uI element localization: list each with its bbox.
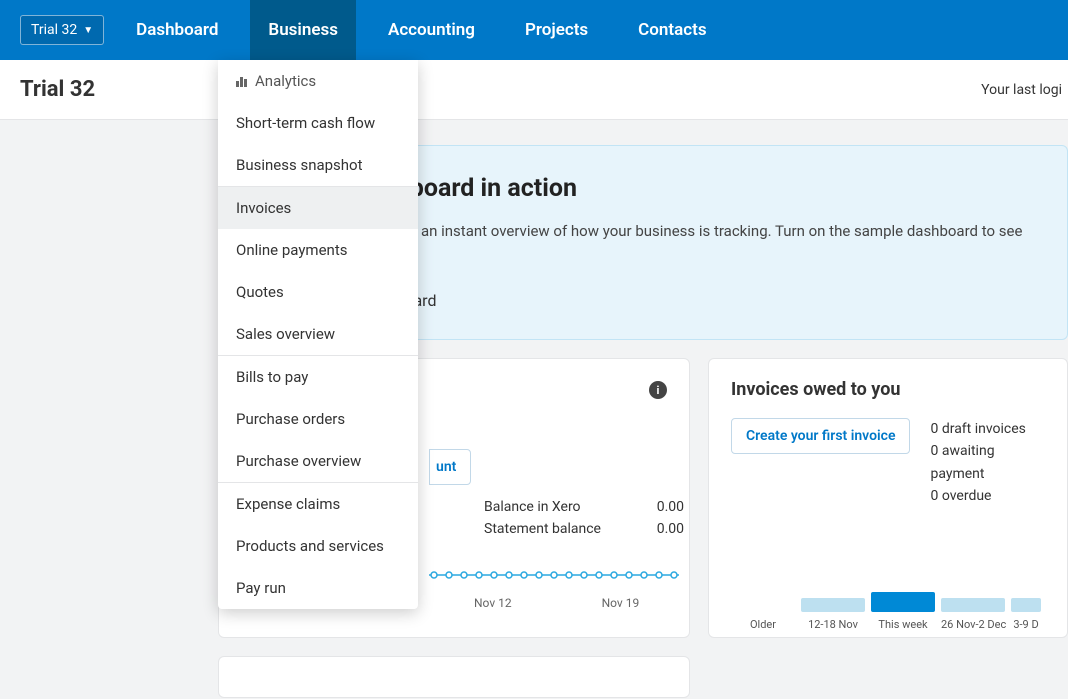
- business-dropdown: Analytics Short-term cash flow Business …: [218, 60, 418, 609]
- bar-label-4: 3-9 D: [1011, 618, 1041, 631]
- invoices-bar-chart: Older 12-18 Nov This week 26 Nov-2 Dec 3…: [731, 592, 1067, 631]
- nav-contacts[interactable]: Contacts: [620, 0, 724, 60]
- subheader: Trial 32 Your last logi: [0, 60, 1068, 120]
- menu-products[interactable]: Products and services: [218, 525, 418, 567]
- menu-purchase-orders[interactable]: Purchase orders: [218, 398, 418, 440]
- menu-analytics[interactable]: Analytics: [218, 60, 418, 102]
- balance-xero-value: 0.00: [657, 499, 684, 515]
- bar-this-week: [871, 592, 935, 612]
- balance-xero-label: Balance in Xero: [484, 499, 581, 515]
- spark-date-0: Nov 12: [474, 596, 512, 610]
- menu-payrun[interactable]: Pay run: [218, 567, 418, 609]
- menu-analytics-label: Analytics: [255, 72, 316, 90]
- nav-business[interactable]: Business: [250, 0, 356, 60]
- menu-online-payments[interactable]: Online payments: [218, 229, 418, 271]
- bar-week4: [1011, 598, 1041, 612]
- org-selector[interactable]: Trial 32 ▼: [20, 15, 104, 45]
- menu-invoices[interactable]: Invoices: [218, 187, 418, 229]
- create-invoice-button[interactable]: Create your first invoice: [731, 418, 910, 454]
- balance-xero-row: Balance in Xero 0.00: [484, 499, 684, 515]
- bar-label-2: This week: [871, 618, 935, 631]
- bar-week3: [941, 598, 1005, 612]
- nav-dashboard[interactable]: Dashboard: [118, 0, 236, 60]
- empty-card: [218, 656, 690, 698]
- analytics-icon: [236, 75, 247, 87]
- menu-expense-claims[interactable]: Expense claims: [218, 483, 418, 525]
- invoices-title: Invoices owed to you: [731, 379, 1045, 400]
- account-button-partial[interactable]: unt: [429, 449, 471, 485]
- bar-label-1: 12-18 Nov: [801, 618, 865, 631]
- bar-older: [731, 598, 795, 612]
- spark-date-1: Nov 19: [602, 596, 640, 610]
- menu-snapshot[interactable]: Business snapshot: [218, 144, 418, 186]
- org-name: Trial 32: [31, 22, 77, 38]
- menu-bills[interactable]: Bills to pay: [218, 356, 418, 398]
- statement-balance-label: Statement balance: [484, 521, 601, 537]
- page-title: Trial 32: [20, 77, 95, 102]
- invoices-card: Invoices owed to you Create your first i…: [708, 358, 1068, 638]
- last-login-text: Your last logi: [981, 82, 1062, 98]
- bar-week1: [801, 598, 865, 612]
- draft-invoices: 0 draft invoices: [930, 418, 1045, 440]
- statement-balance-row: Statement balance 0.00: [484, 521, 684, 537]
- top-nav: Trial 32 ▼ Dashboard Business Accounting…: [0, 0, 1068, 60]
- awaiting-payment: 0 awaiting payment: [930, 440, 1045, 485]
- menu-sales-overview[interactable]: Sales overview: [218, 313, 418, 355]
- statement-balance-value: 0.00: [657, 521, 684, 537]
- menu-purchase-overview[interactable]: Purchase overview: [218, 440, 418, 482]
- sparkline: Nov 12 Nov 19: [429, 567, 667, 610]
- menu-quotes[interactable]: Quotes: [218, 271, 418, 313]
- bar-label-0: Older: [731, 618, 795, 631]
- info-icon[interactable]: i: [649, 381, 667, 399]
- content: See your dashboard in action The dashboa…: [0, 120, 1068, 698]
- overdue: 0 overdue: [930, 485, 1045, 507]
- sparkline-icon: [429, 568, 679, 582]
- caret-down-icon: ▼: [83, 25, 93, 36]
- invoice-status-lines: 0 draft invoices 0 awaiting payment 0 ov…: [930, 418, 1045, 508]
- nav-projects[interactable]: Projects: [507, 0, 606, 60]
- nav-accounting[interactable]: Accounting: [370, 0, 493, 60]
- menu-cashflow[interactable]: Short-term cash flow: [218, 102, 418, 144]
- cards-row-2: [218, 656, 1068, 698]
- bar-label-3: 26 Nov-2 Dec: [941, 618, 1005, 631]
